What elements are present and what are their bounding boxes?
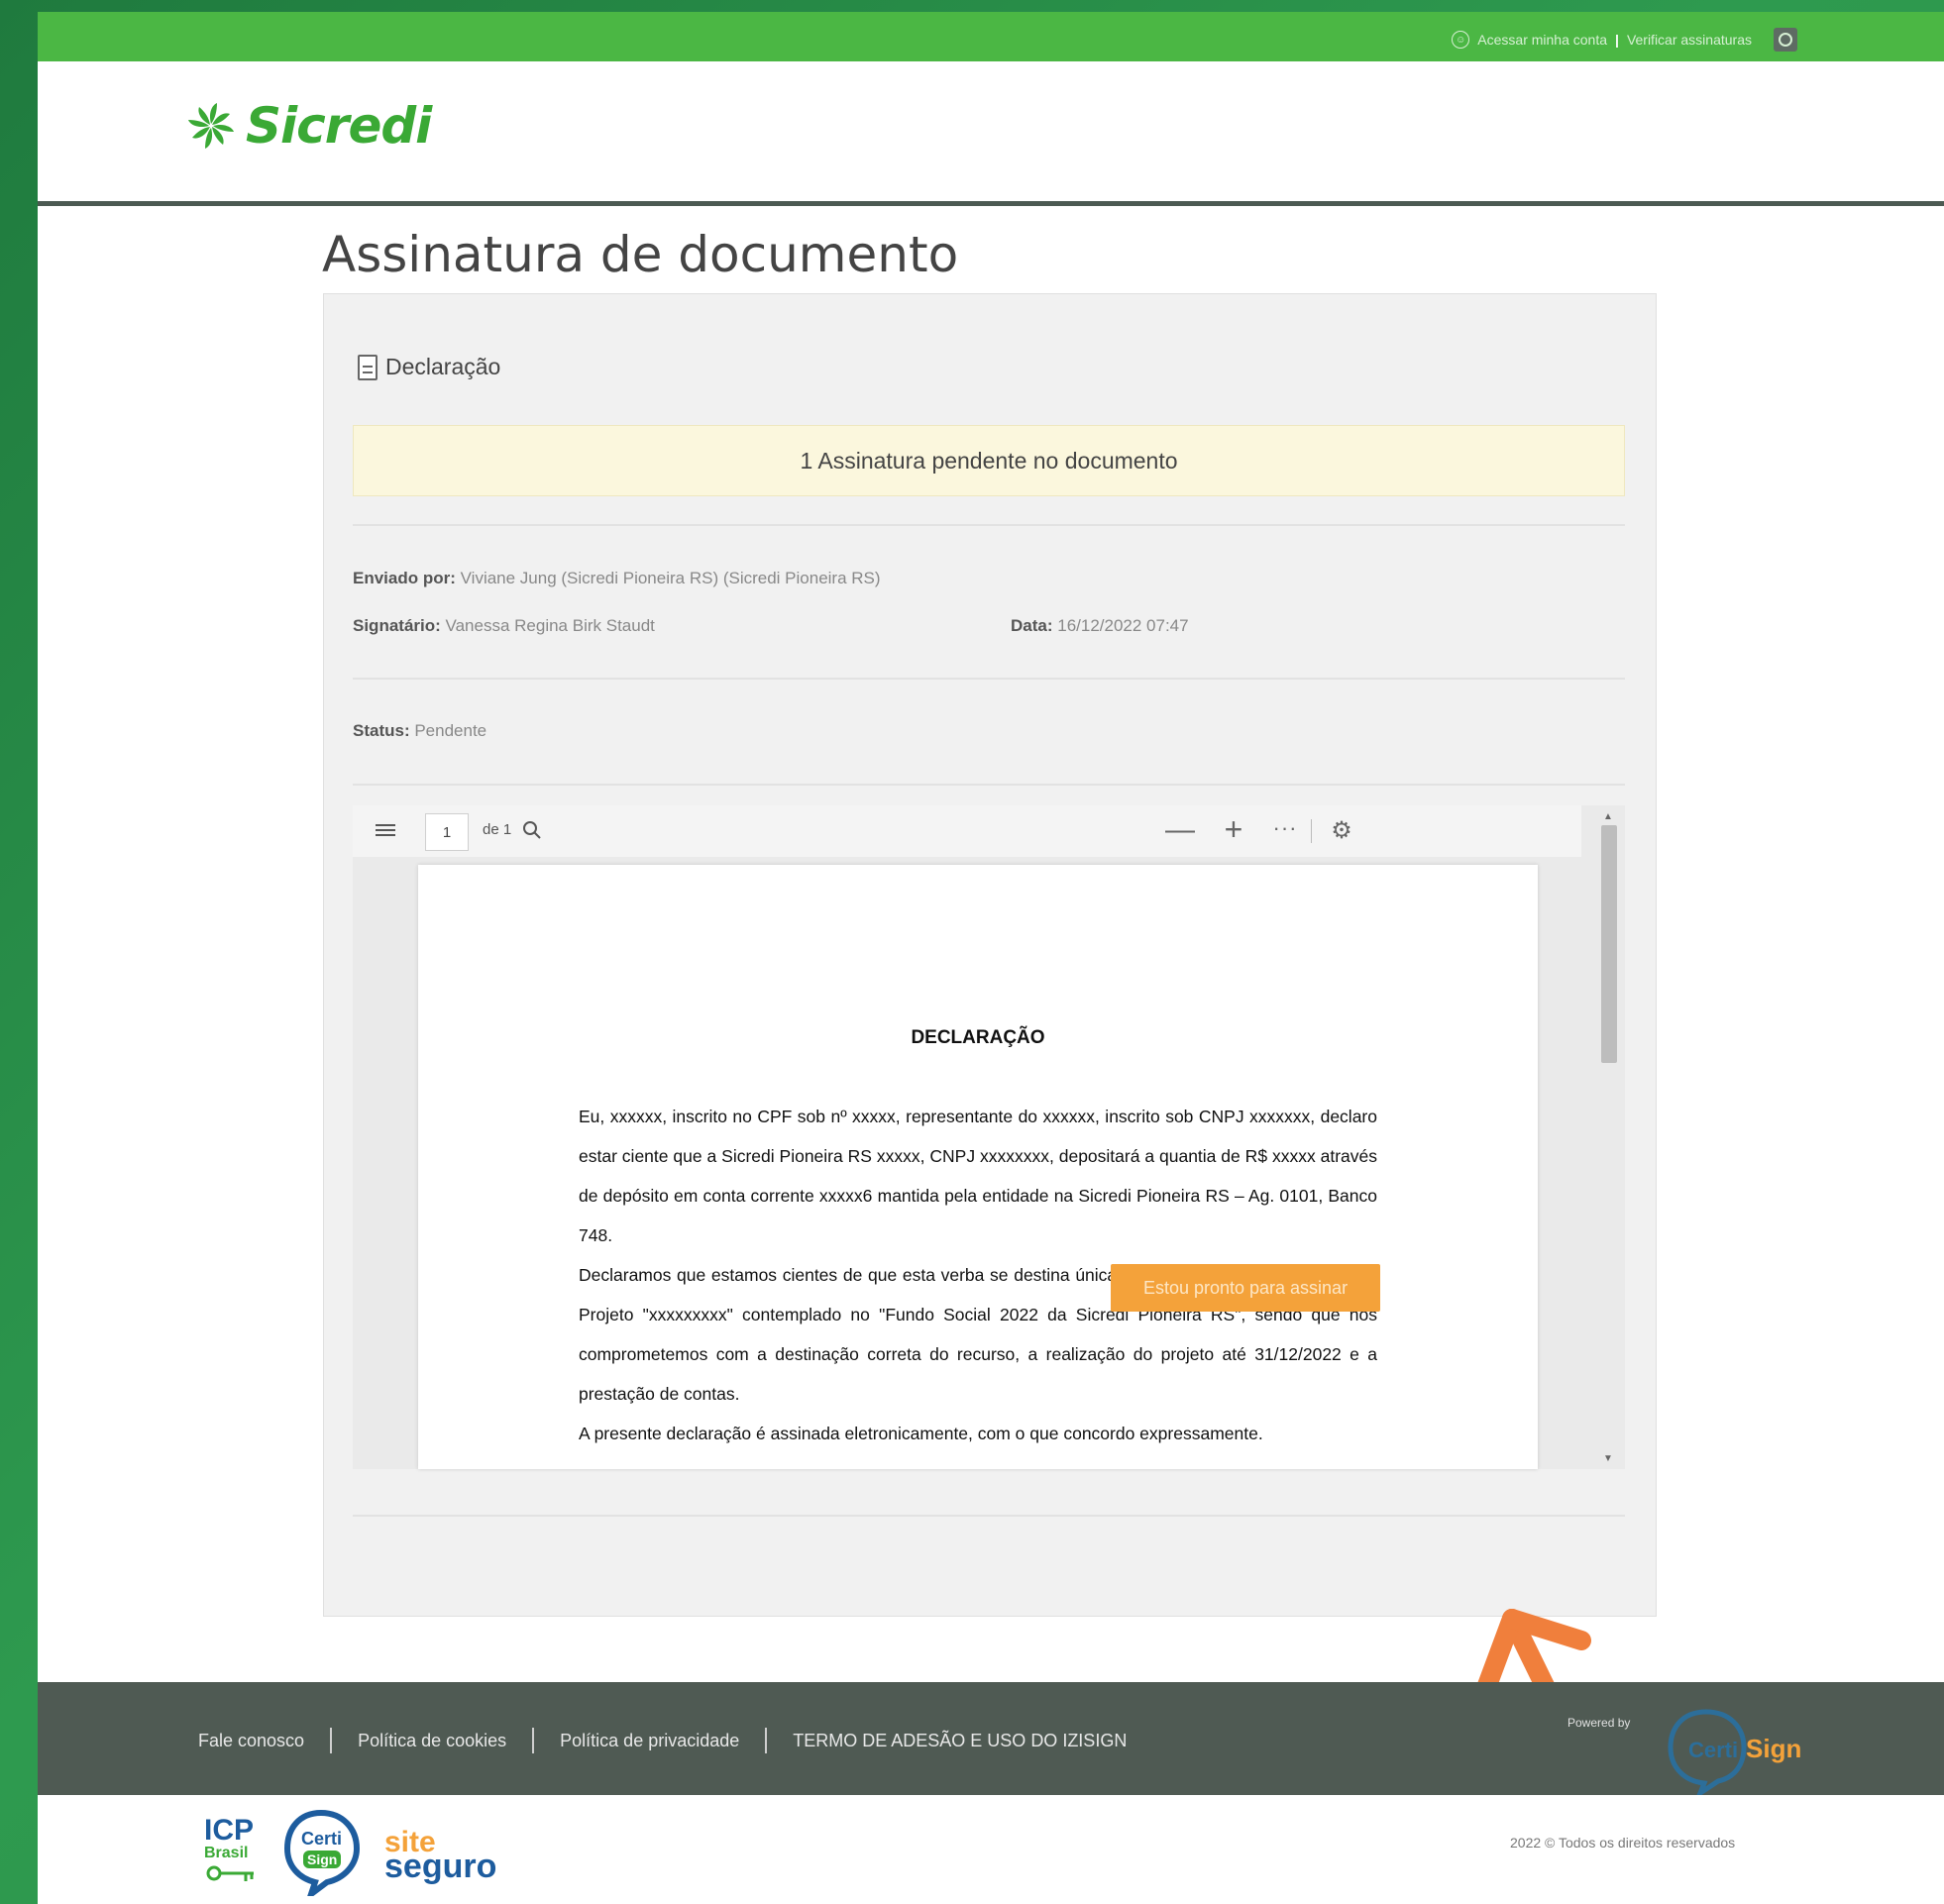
more-options-icon[interactable]: ··· [1270, 811, 1300, 845]
svg-text:ICP: ICP [204, 1814, 254, 1847]
footer-link-privacy[interactable]: Política de privacidade [560, 1731, 739, 1751]
site-seguro-logo: site seguro [384, 1826, 496, 1885]
scroll-up-icon[interactable]: ▲ [1603, 811, 1613, 822]
search-icon[interactable] [519, 815, 545, 845]
security-badges: ICP Brasil Certi Sign site seguro [202, 1807, 507, 1896]
date: Data: 16/12/2022 07:47 [1011, 616, 1189, 636]
toolbar-divider [1311, 819, 1312, 843]
scroll-thumb[interactable] [1601, 825, 1617, 1063]
signer: Signatário: Vanessa Regina Birk Staudt [353, 616, 655, 636]
sicredi-flower-icon [188, 103, 234, 149]
divider [353, 1515, 1625, 1517]
footer-divider [765, 1728, 768, 1753]
footer-divider [532, 1728, 535, 1753]
sent-by: Enviado por: Viviane Jung (Sicredi Pione… [353, 569, 881, 588]
document-card: Declaração 1 Assinatura pendente no docu… [323, 293, 1657, 1617]
status-value: Pendente [409, 721, 487, 740]
document-icon [358, 354, 378, 380]
svg-text:Sign: Sign [307, 1851, 337, 1867]
top-bar: ☺ Acessar minha conta | Verificar assina… [38, 12, 1944, 61]
pdf-page: DECLARAÇÃO Eu, xxxxxx, inscrito no CPF s… [418, 865, 1538, 1469]
user-icon: ☺ [1452, 31, 1470, 49]
help-icon[interactable] [1774, 28, 1797, 52]
footer-link-terms[interactable]: TERMO DE ADESÃO E USO DO IZISIGN [793, 1731, 1127, 1751]
pdf-toolbar: de 1 — + ··· ⚙ [353, 805, 1625, 857]
status-label: Status: [353, 721, 410, 740]
account-link[interactable]: Acessar minha conta [1477, 32, 1607, 48]
pdf-paragraph: Eu, xxxxxx, inscrito no CPF sob nº xxxxx… [579, 1107, 1377, 1245]
page-number-input[interactable] [425, 813, 469, 851]
svg-text:Certi: Certi [301, 1829, 342, 1849]
certisign-seal-icon: Certi Sign [283, 1809, 361, 1896]
footer-link-cookies[interactable]: Política de cookies [358, 1731, 506, 1751]
scroll-down-icon[interactable]: ▼ [1603, 1453, 1613, 1464]
status: Status: Pendente [353, 721, 486, 741]
sent-by-label: Enviado por: [353, 569, 456, 587]
pdf-title: DECLARAÇÃO [911, 1027, 1045, 1048]
browser-page: ☺ Acessar minha conta | Verificar assina… [38, 12, 1944, 1904]
date-label: Data: [1011, 616, 1053, 635]
document-name-label: Declaração [385, 354, 501, 379]
page-title: Assinatura de documento [322, 226, 959, 283]
pdf-scrollbar[interactable]: ▲ ▼ [1581, 805, 1625, 1469]
table-of-contents-icon[interactable] [373, 817, 398, 843]
page-total: de 1 [483, 821, 512, 838]
svg-text:seguro: seguro [384, 1848, 496, 1885]
icp-brasil-logo: ICP Brasil [204, 1814, 254, 1881]
ready-to-sign-button[interactable]: Estou pronto para assinar [1111, 1264, 1380, 1312]
topbar-separator: | [1615, 32, 1619, 48]
sicredi-logo[interactable]: Sicredi [184, 97, 432, 155]
signer-label: Signatário: [353, 616, 441, 635]
footer-divider [330, 1728, 333, 1753]
svg-text:Brasil: Brasil [204, 1845, 248, 1861]
footer-links: Fale conosco Política de cookies Polític… [198, 1728, 1127, 1753]
verify-signatures-link[interactable]: Verificar assinaturas [1627, 32, 1752, 48]
pending-signature-banner: 1 Assinatura pendente no documento [353, 425, 1625, 496]
signer-value: Vanessa Regina Birk Staudt [440, 616, 655, 635]
copyright: 2022 © Todos os direitos reservados [1510, 1835, 1736, 1851]
bottom-bar: ICP Brasil Certi Sign site seguro 2022 ©… [38, 1795, 1944, 1904]
sent-by-value: Viviane Jung (Sicredi Pioneira RS) (Sicr… [455, 569, 881, 587]
divider [353, 524, 1625, 526]
powered-by-label: Powered by [1567, 1716, 1631, 1730]
zoom-out-icon[interactable]: — [1165, 813, 1195, 847]
pdf-viewer[interactable]: de 1 — + ··· ⚙ DECLARAÇÃO Eu, xxxxxx, in… [353, 805, 1625, 1469]
certisign-logo[interactable]: Certi Sign [1667, 1706, 1805, 1795]
settings-icon[interactable]: ⚙ [1328, 815, 1355, 845]
divider [353, 678, 1625, 680]
divider [353, 784, 1625, 786]
footer-link-contact[interactable]: Fale conosco [198, 1731, 304, 1751]
svg-text:Sign: Sign [1746, 1734, 1801, 1763]
zoom-in-icon[interactable]: + [1221, 811, 1246, 847]
document-name: Declaração [358, 354, 500, 380]
footer: Fale conosco Política de cookies Polític… [38, 1682, 1944, 1795]
pdf-paragraph: A presente declaração é assinada eletron… [579, 1424, 1263, 1443]
header: Sicredi [38, 61, 1944, 206]
date-value: 16/12/2022 07:47 [1052, 616, 1189, 635]
svg-text:Certi: Certi [1688, 1738, 1738, 1762]
logo-text: Sicredi [246, 97, 432, 155]
